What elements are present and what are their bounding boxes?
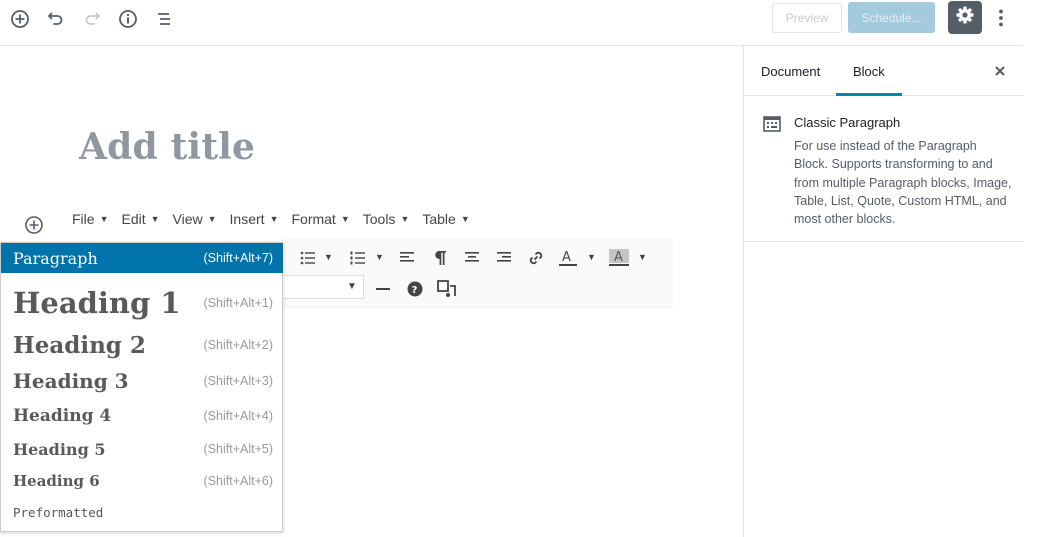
menu-view[interactable]: View ▼ xyxy=(173,209,217,229)
post-title-input[interactable]: Add title xyxy=(79,126,255,168)
menu-table[interactable]: Table ▼ xyxy=(422,209,469,229)
preview-button[interactable]: Preview xyxy=(772,3,842,33)
special-character-icon[interactable] xyxy=(435,278,459,300)
format-option-heading-1[interactable]: Heading 1 (Shift+Alt+1) xyxy=(1,278,283,328)
format-option-paragraph[interactable]: Paragraph (Shift+Alt+7) xyxy=(1,243,283,273)
svg-text:A: A xyxy=(614,250,623,265)
plus-circle-icon[interactable] xyxy=(8,7,32,31)
menu-file[interactable]: File ▼ xyxy=(72,209,108,229)
horizontal-line-icon[interactable] xyxy=(371,278,395,300)
settings-button[interactable] xyxy=(948,1,982,34)
format-option-heading-5[interactable]: Heading 5 (Shift+Alt+5) xyxy=(1,434,283,464)
menu-edit[interactable]: Edit ▼ xyxy=(121,209,159,229)
format-option-heading-2[interactable]: Heading 2 (Shift+Alt+2) xyxy=(1,328,283,362)
redo-icon[interactable] xyxy=(80,7,104,31)
caret-down-icon[interactable]: ▼ xyxy=(375,252,384,262)
caret-down-icon: ▼ xyxy=(269,214,279,224)
format-dropdown: Paragraph (Shift+Alt+7) Heading 1 (Shift… xyxy=(0,242,283,532)
format-option-heading-4[interactable]: Heading 4 (Shift+Alt+4) xyxy=(1,401,283,431)
format-option-preformatted[interactable]: Preformatted xyxy=(1,499,283,525)
close-icon[interactable] xyxy=(990,61,1010,81)
numbered-list-icon[interactable] xyxy=(346,247,370,269)
caret-down-icon: ▼ xyxy=(400,214,410,224)
editor-header: Preview Schedule... xyxy=(0,0,1023,46)
classic-toolbar: ▼ ▼ A ▼ A ▼ ▼ ? xyxy=(281,238,673,308)
menu-insert[interactable]: Insert ▼ xyxy=(230,209,279,229)
block-description: For use instead of the Paragraph Block. … xyxy=(794,139,1012,227)
svg-text:A: A xyxy=(562,250,571,265)
caret-down-icon: ▼ xyxy=(150,214,160,224)
list-view-icon[interactable] xyxy=(152,7,176,31)
gear-icon xyxy=(955,5,975,30)
sidebar-tabs: Document Block xyxy=(744,46,1024,96)
caret-down-icon: ▼ xyxy=(460,214,470,224)
settings-sidebar: Document Block Classic Paragraph For use… xyxy=(743,46,1024,537)
align-right-icon[interactable] xyxy=(492,247,516,269)
block-inserter-button[interactable] xyxy=(23,215,45,240)
caret-down-icon: ▼ xyxy=(207,214,217,224)
plus-circle-icon xyxy=(24,215,44,240)
font-size-select[interactable]: ▼ xyxy=(281,275,364,299)
classic-block-icon xyxy=(763,115,781,133)
block-card: Classic Paragraph For use instead of the… xyxy=(744,96,1024,242)
format-option-heading-3[interactable]: Heading 3 (Shift+Alt+3) xyxy=(1,365,283,397)
caret-down-icon[interactable]: ▼ xyxy=(638,252,647,262)
svg-text:?: ? xyxy=(412,285,418,296)
align-center-icon[interactable] xyxy=(460,247,484,269)
menu-format[interactable]: Format ▼ xyxy=(291,209,349,229)
format-option-heading-6[interactable]: Heading 6 (Shift+Alt+6) xyxy=(1,466,283,496)
align-left-icon[interactable] xyxy=(395,247,419,269)
caret-down-icon[interactable]: ▼ xyxy=(587,252,596,262)
info-icon[interactable] xyxy=(116,7,140,31)
bullet-list-icon[interactable] xyxy=(296,247,320,269)
schedule-button[interactable]: Schedule... xyxy=(848,2,935,33)
tab-block[interactable]: Block xyxy=(836,46,902,96)
background-color-icon[interactable]: A xyxy=(607,247,631,269)
caret-down-icon: ▼ xyxy=(340,214,350,224)
caret-down-icon: ▼ xyxy=(99,214,109,224)
caret-down-icon[interactable]: ▼ xyxy=(324,252,333,262)
vertical-ellipsis-icon[interactable] xyxy=(990,5,1012,31)
tab-document[interactable]: Document xyxy=(744,46,837,96)
undo-icon[interactable] xyxy=(44,7,68,31)
classic-menubar: File ▼ Edit ▼ View ▼ Insert ▼ Format ▼ Tools ▼… xyxy=(72,209,483,229)
link-icon[interactable] xyxy=(524,247,548,269)
caret-down-icon: ▼ xyxy=(347,281,357,292)
paragraph-icon[interactable] xyxy=(428,247,452,269)
block-title: Classic Paragraph xyxy=(794,115,901,130)
help-icon[interactable]: ? xyxy=(403,278,427,300)
text-color-icon[interactable]: A xyxy=(556,247,580,269)
menu-tools[interactable]: Tools ▼ xyxy=(363,209,410,229)
